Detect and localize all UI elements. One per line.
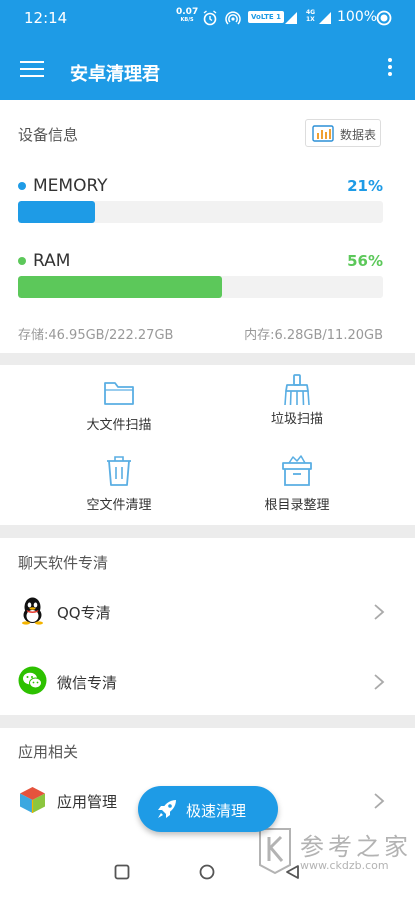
more-options-icon[interactable] bbox=[382, 58, 398, 80]
empty-file-clean-button[interactable]: 空文件清理 bbox=[44, 455, 194, 525]
tools-card: 大文件扫描 垃圾扫描 空文件清理 根目录整理 bbox=[0, 365, 415, 525]
hotspot-icon bbox=[225, 11, 241, 25]
root-dir-organize-label: 根目录整理 bbox=[264, 498, 330, 513]
big-file-scan-label: 大文件扫描 bbox=[86, 418, 152, 433]
root-dir-organize-button[interactable]: 根目录整理 bbox=[222, 455, 372, 525]
watermark: 参考之家 www.ckdzb.com bbox=[256, 825, 414, 881]
network-bottom: 1X bbox=[306, 16, 315, 23]
battery-percent: 100% bbox=[337, 9, 378, 25]
chevron-right-icon bbox=[374, 674, 385, 690]
storage-usage: 存储:46.95GB/222.27GB bbox=[18, 328, 174, 343]
memory-progress-track bbox=[18, 201, 383, 223]
memory-percent: 21% bbox=[347, 177, 383, 195]
app-bar: 安卓清理君 bbox=[0, 36, 415, 100]
battery-icon bbox=[376, 10, 392, 26]
qq-clean-row[interactable]: QQ专清 bbox=[0, 584, 415, 640]
watermark-url: www.ckdzb.com bbox=[300, 859, 389, 872]
chat-apps-card: 聊天软件专清 QQ专清 微信专清 bbox=[0, 538, 415, 715]
rocket-icon bbox=[158, 800, 176, 818]
trash-icon bbox=[107, 456, 131, 486]
status-time: 12:14 bbox=[24, 9, 68, 27]
app-manage-label: 应用管理 bbox=[57, 793, 118, 811]
ram-usage: 内存:6.28GB/11.20GB bbox=[244, 328, 383, 343]
datatable-button[interactable]: 数据表 bbox=[305, 119, 381, 147]
device-info-title: 设备信息 bbox=[18, 126, 79, 144]
quick-clean-button[interactable]: 极速清理 bbox=[138, 786, 278, 832]
qq-clean-label: QQ专清 bbox=[57, 604, 111, 622]
folder-icon bbox=[104, 382, 134, 405]
broom-icon bbox=[284, 374, 310, 406]
junk-scan-label: 垃圾扫描 bbox=[270, 412, 323, 427]
status-bar: 12:14 0.07 KB/S VoLTE 1 4G 1X 100% bbox=[0, 0, 415, 36]
chevron-right-icon bbox=[374, 793, 385, 809]
signal-2-icon bbox=[319, 12, 331, 24]
ram-dot bbox=[18, 257, 26, 265]
qq-icon bbox=[22, 597, 43, 625]
alarm-icon bbox=[203, 10, 217, 26]
net-speed-unit: KB/S bbox=[180, 17, 194, 23]
recents-icon[interactable] bbox=[114, 864, 130, 880]
box-icon bbox=[282, 455, 312, 486]
network-type: 4G 1X bbox=[306, 9, 315, 23]
wechat-clean-row[interactable]: 微信专清 bbox=[0, 654, 415, 710]
apps-section-title: 应用相关 bbox=[18, 743, 79, 761]
bar-chart-icon bbox=[312, 125, 334, 142]
watermark-logo-icon bbox=[259, 828, 291, 875]
wechat-clean-label: 微信专清 bbox=[57, 674, 118, 692]
app-title: 安卓清理君 bbox=[70, 64, 160, 85]
device-info-card: 设备信息 数据表 MEMORY 21% RAM 56% 存储:46.95GB/2… bbox=[0, 100, 415, 353]
watermark-text: 参考之家 bbox=[300, 833, 412, 861]
home-icon[interactable] bbox=[199, 864, 215, 880]
wechat-icon bbox=[18, 666, 47, 695]
quick-clean-label: 极速清理 bbox=[186, 802, 247, 820]
net-speed-value: 0.07 bbox=[176, 7, 199, 17]
ram-progress-fill bbox=[18, 276, 223, 298]
chevron-right-icon bbox=[374, 604, 385, 620]
junk-scan-button[interactable]: 垃圾扫描 bbox=[222, 373, 372, 443]
net-speed: 0.07 KB/S bbox=[176, 8, 198, 24]
empty-file-clean-label: 空文件清理 bbox=[86, 498, 152, 513]
cube-icon bbox=[20, 787, 45, 813]
big-file-scan-button[interactable]: 大文件扫描 bbox=[44, 379, 194, 449]
signal-icon bbox=[285, 12, 297, 24]
ram-label: RAM bbox=[33, 251, 71, 271]
memory-dot bbox=[18, 182, 26, 190]
chat-section-title: 聊天软件专清 bbox=[18, 554, 109, 572]
network-top: 4G bbox=[306, 9, 316, 16]
memory-label: MEMORY bbox=[33, 176, 108, 196]
memory-progress-fill bbox=[18, 201, 95, 223]
volte-badge: VoLTE 1 bbox=[248, 11, 285, 23]
ram-progress-track bbox=[18, 276, 383, 298]
menu-icon[interactable] bbox=[20, 61, 44, 77]
datatable-label: 数据表 bbox=[340, 128, 377, 142]
ram-percent: 56% bbox=[347, 252, 383, 270]
